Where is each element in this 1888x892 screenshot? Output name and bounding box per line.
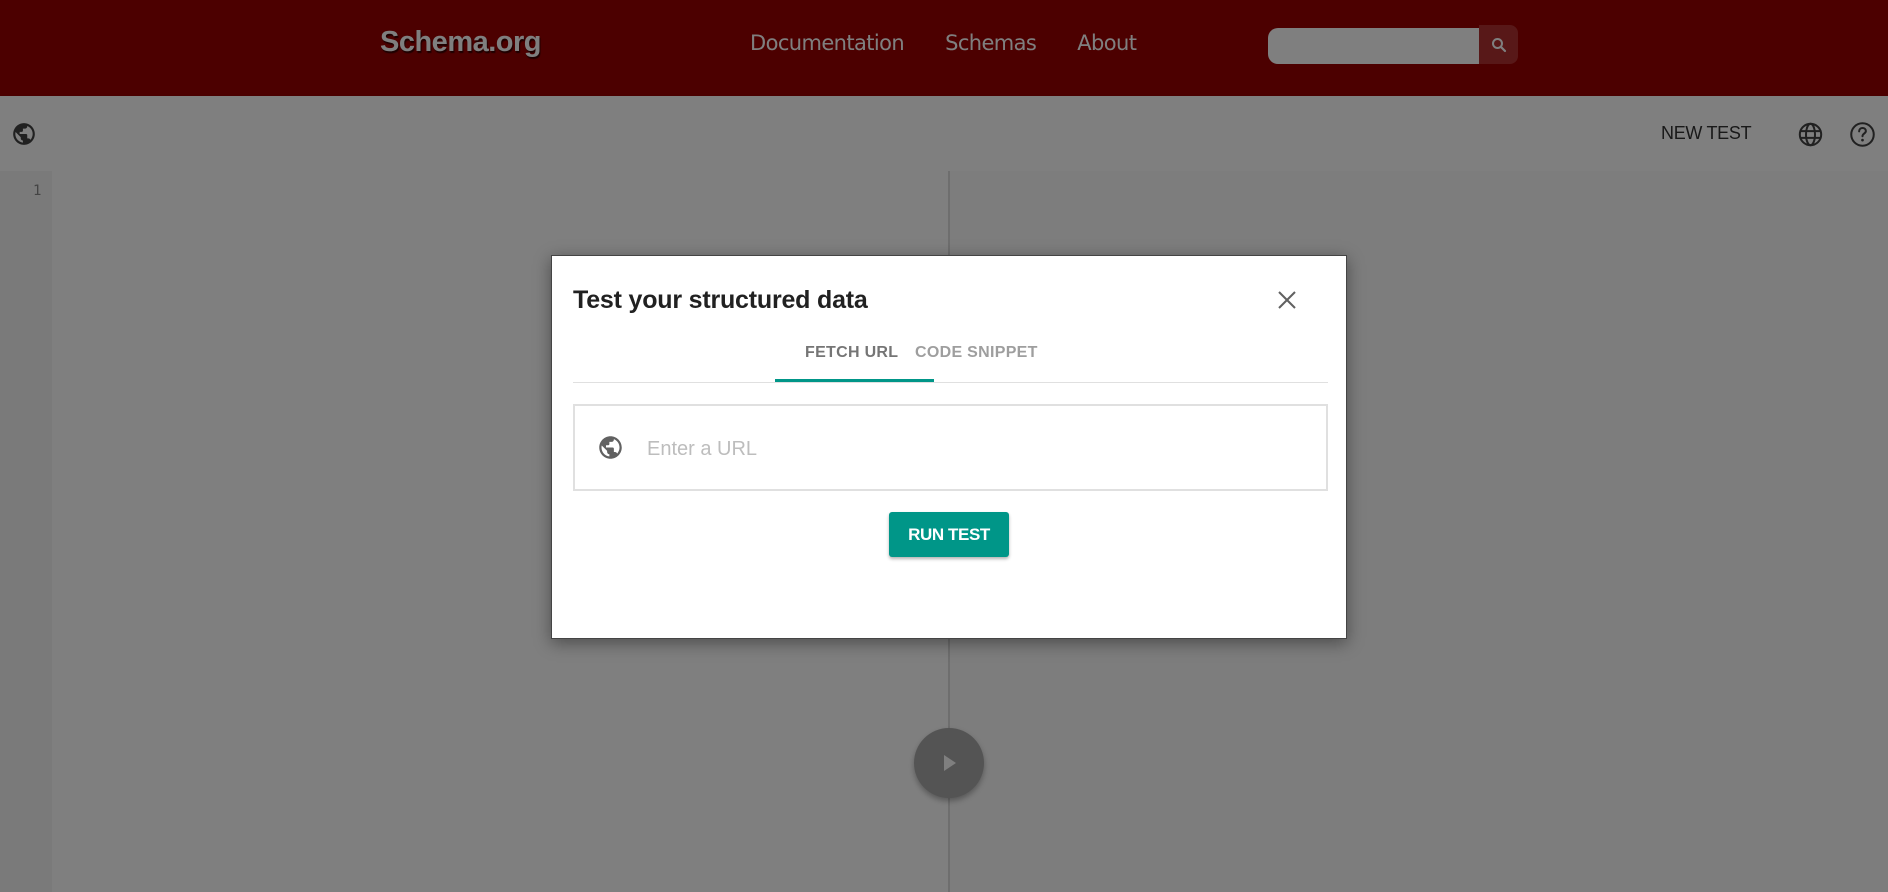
tab-code-snippet[interactable]: CODE SNIPPET	[915, 344, 1038, 362]
run-test-button[interactable]: RUN TEST	[889, 512, 1009, 557]
close-icon[interactable]	[1275, 288, 1299, 312]
url-input[interactable]	[645, 426, 1309, 472]
url-field	[573, 404, 1328, 491]
globe-icon	[599, 436, 622, 459]
dialog-title: Test your structured data	[573, 286, 868, 314]
tab-fetch-url[interactable]: FETCH URL	[805, 344, 898, 362]
test-dialog: Test your structured data FETCH URL CODE…	[551, 255, 1347, 639]
active-tab-indicator	[775, 379, 934, 382]
dialog-tabs: FETCH URL CODE SNIPPET	[573, 328, 1328, 383]
